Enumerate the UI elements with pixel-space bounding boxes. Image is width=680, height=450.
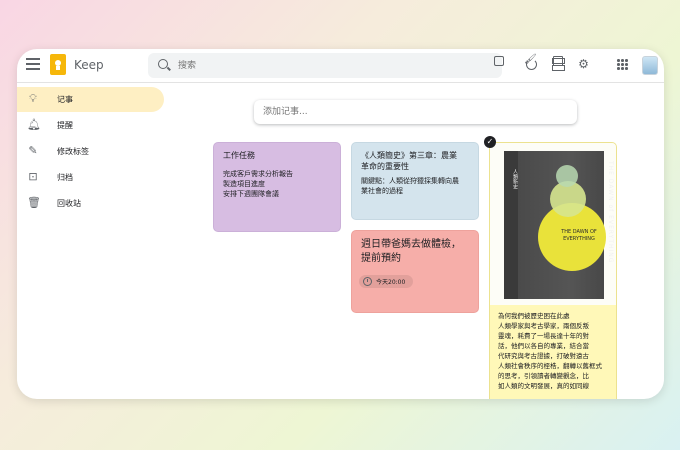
sidebar-item-archive[interactable]: ⊡ 归档 [17, 165, 164, 190]
take-note-input[interactable] [263, 104, 463, 120]
main-menu-button[interactable] [26, 58, 40, 70]
select-check-icon[interactable]: ✓ [484, 136, 496, 148]
take-note-bar[interactable] [254, 100, 577, 124]
trash-icon: 🗑︎ [27, 196, 41, 209]
note-title: 工作任務 [223, 151, 255, 160]
sidebar-item-label: 回收站 [57, 199, 81, 208]
note-body: 為何我們被歷史困在此處 人類學家與考古學家，兩個反叛 靈魂，耗費了一場長達十年的… [498, 312, 602, 390]
sidebar-item-trash[interactable]: 🗑︎ 回收站 [17, 191, 164, 216]
app-title[interactable]: Keep [74, 58, 104, 72]
new-list-checkbox-icon[interactable] [494, 56, 504, 66]
sidebar-item-edit-labels[interactable]: ✎ 修改标签 [17, 139, 164, 164]
note-body: 完成客戶需求分析報告 製造項目進度 安排下週團隊會議 [223, 170, 293, 198]
sidebar-item-label: 记事 [57, 95, 73, 104]
note-card-work-tasks[interactable]: 工作任務 完成客戶需求分析報告 製造項目進度 安排下週團隊會議 [213, 142, 341, 232]
note-image: 人類新史 THE DAWN OF EVERYTHING THE DAWN of … [490, 143, 616, 305]
reminder-chip[interactable]: 今天20:00 [359, 275, 414, 288]
gear-icon[interactable]: ⚙ [577, 58, 590, 71]
sidebar-item-notes[interactable]: 💡︎ 记事 [17, 87, 164, 112]
search-icon[interactable] [158, 59, 168, 69]
book-circle-small [556, 165, 578, 187]
note-card-book[interactable]: 人類新史 THE DAWN OF EVERYTHING THE DAWN of … [489, 142, 617, 399]
archive-icon: ⊡ [28, 170, 38, 183]
lightbulb-icon: 💡︎ [29, 92, 37, 105]
sidebar-item-label: 归档 [57, 173, 73, 182]
book-cover-text: THE DAWN OF EVERYTHING [561, 229, 597, 242]
sidebar-item-reminders[interactable]: 🔔︎ 提醒 [17, 113, 164, 138]
reminder-time: 今天20:00 [376, 279, 406, 286]
search-input[interactable] [178, 57, 478, 74]
image-icon[interactable] [553, 56, 563, 66]
book-cover: THE DAWN OF EVERYTHING THE DAWN of EVERY… [518, 151, 614, 299]
brush-icon[interactable]: 🖌︎ [524, 55, 537, 65]
top-bar: Keep ⚙ [17, 49, 664, 83]
avatar[interactable] [642, 56, 658, 75]
book-cover-image: 人類新史 THE DAWN OF EVERYTHING THE DAWN of … [504, 151, 614, 299]
book-spine: 人類新史 [504, 151, 518, 299]
note-card-sapiens[interactable]: 《人類簡史》第三章：農業 革命的重要性 關鍵點：人類從狩獵採集轉向農 業社會的過… [351, 142, 479, 220]
app-window: Keep ⚙ 💡︎ 记事 🔔︎ 提醒 ✎ 修改标签 ⊡ 归档 � [17, 49, 664, 399]
clock-icon [363, 277, 372, 286]
note-body: 關鍵點：人類從狩獵採集轉向農 業社會的過程 [361, 177, 459, 195]
sidebar-item-label: 提醒 [57, 121, 73, 130]
sidebar: 💡︎ 记事 🔔︎ 提醒 ✎ 修改标签 ⊡ 归档 🗑︎ 回收站 [17, 85, 167, 225]
search-bar[interactable] [148, 53, 502, 78]
sidebar-item-label: 修改标签 [57, 147, 89, 156]
note-title: 《人類簡史》第三章：農業 革命的重要性 [361, 151, 457, 171]
book-side-title: THE DAWN of EVERYTHING [607, 161, 614, 264]
note-title: 週日帶爸媽去做體檢， 提前預約 [361, 239, 461, 264]
bell-icon: 🔔︎ [27, 118, 41, 131]
pencil-icon: ✎ [28, 144, 38, 157]
apps-grid-icon[interactable] [617, 59, 628, 70]
keep-logo-icon[interactable] [50, 54, 66, 75]
note-card-checkup[interactable]: 週日帶爸媽去做體檢， 提前預約 今天20:00 [351, 230, 479, 313]
